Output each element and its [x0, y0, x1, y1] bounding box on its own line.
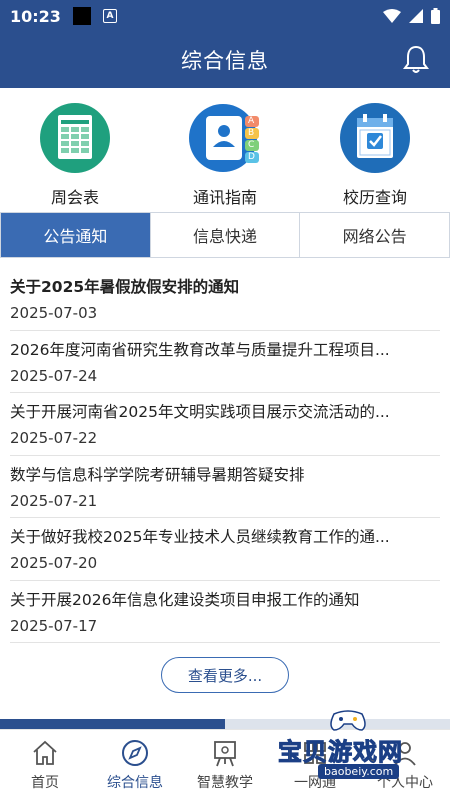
nav-label: 首页: [31, 775, 59, 791]
scroll-indicator: [0, 719, 450, 729]
signal-icon: [409, 9, 423, 23]
notice-title: 关于开展2026年信息化建设类项目申报工作的通知: [10, 590, 360, 609]
notice-list: 关于2025年暑假放假安排的通知 2025-07-03 2026年度河南省研究生…: [10, 268, 440, 643]
notice-title: 关于开展河南省2025年文明实践项目展示交流活动的...: [10, 403, 390, 421]
notice-date: 2025-07-21: [10, 491, 98, 510]
quick-link-contacts[interactable]: A B C D 通讯指南: [150, 88, 300, 210]
quick-links: 周会表 A B C D 通讯指南 校历查询: [0, 88, 450, 210]
scroll-indicator-fill: [0, 719, 225, 729]
contacts-letter-c: C: [248, 140, 255, 150]
nav-smart-teaching[interactable]: 智慧教学: [180, 730, 270, 800]
wifi-icon: [383, 9, 401, 23]
status-time: 10:23: [10, 6, 61, 26]
notice-tabs: 公告通知 信息快递 网络公告: [0, 212, 450, 258]
app-header: 综合信息: [0, 32, 450, 88]
list-item[interactable]: 关于开展2026年信息化建设类项目申报工作的通知 2025-07-17: [10, 581, 440, 643]
notice-date: 2025-07-17: [10, 616, 98, 635]
calendar-icon: [339, 102, 411, 174]
contacts-letter-b: B: [248, 128, 255, 138]
contacts-letter-d: D: [248, 152, 255, 162]
home-icon: [33, 740, 57, 765]
quick-link-label: 通讯指南: [192, 188, 257, 207]
notice-title: 数学与信息科学学院考研辅导暑期答疑安排: [10, 465, 305, 484]
quick-link-label: 校历查询: [342, 188, 407, 207]
list-item[interactable]: 数学与信息科学学院考研辅导暑期答疑安排 2025-07-21: [10, 456, 440, 518]
list-item[interactable]: 关于开展河南省2025年文明实践项目展示交流活动的... 2025-07-22: [10, 393, 440, 456]
notice-date: 2025-07-24: [10, 366, 98, 385]
notice-title: 2026年度河南省研究生教育改革与质量提升工程项目...: [10, 340, 390, 359]
contacts-icon: A B C D: [189, 102, 261, 174]
a-badge-icon: A: [102, 9, 117, 23]
nav-label: 综合信息: [107, 775, 163, 791]
view-more-button[interactable]: 查看更多...: [161, 657, 289, 693]
notice-title: 关于做好我校2025年专业技术人员继续教育工作的通...: [10, 528, 390, 546]
grid-icon: [304, 742, 326, 764]
bottom-nav: 首页 综合信息 智慧教学 一网通 个人中心: [0, 729, 450, 800]
status-indicators: [383, 8, 440, 24]
nav-label: 智慧教学: [197, 775, 253, 791]
quick-link-calendar[interactable]: 校历查询: [300, 88, 450, 210]
bell-icon[interactable]: [402, 44, 430, 74]
list-item[interactable]: 关于2025年暑假放假安排的通知 2025-07-03: [10, 268, 440, 331]
quick-link-weekly-meeting[interactable]: 周会表: [0, 88, 150, 210]
nav-comprehensive-info[interactable]: 综合信息: [90, 730, 180, 800]
contacts-letter-a: A: [248, 116, 255, 126]
nav-label: 个人中心: [377, 775, 433, 791]
nav-profile[interactable]: 个人中心: [360, 730, 450, 800]
tab-network-notices[interactable]: 网络公告: [300, 213, 450, 257]
person-icon: [394, 742, 416, 766]
quick-link-label: 周会表: [50, 188, 99, 207]
easel-icon: [214, 741, 236, 767]
notice-date: 2025-07-22: [10, 429, 98, 447]
tab-announcements[interactable]: 公告通知: [1, 213, 151, 257]
notice-date: 2025-07-03: [10, 304, 98, 322]
notice-date: 2025-07-20: [10, 554, 98, 572]
spreadsheet-icon: [39, 102, 111, 174]
tab-info-express[interactable]: 信息快递: [150, 213, 301, 257]
compass-icon: [122, 740, 148, 766]
nav-one-network[interactable]: 一网通: [270, 730, 360, 800]
notice-title: 关于2025年暑假放假安排的通知: [10, 278, 240, 296]
status-bar: 10:23 A: [0, 0, 450, 32]
nav-home[interactable]: 首页: [0, 730, 90, 800]
notification-icon: [72, 7, 91, 25]
nav-label: 一网通: [294, 775, 336, 791]
list-item[interactable]: 关于做好我校2025年专业技术人员继续教育工作的通... 2025-07-20: [10, 518, 440, 581]
list-item[interactable]: 2026年度河南省研究生教育改革与质量提升工程项目... 2025-07-24: [10, 331, 440, 393]
page-title: 综合信息: [181, 49, 269, 73]
battery-icon: [431, 8, 440, 24]
